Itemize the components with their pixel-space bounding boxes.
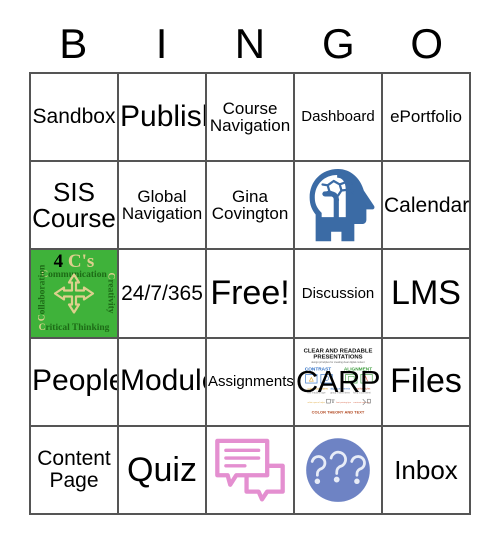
bingo-header-letter-g: G <box>322 20 355 67</box>
bingo-cell-g3[interactable]: Discussion <box>295 250 383 339</box>
bingo-cell-label: ePortfolio <box>390 107 462 127</box>
bingo-cell-label: Assignments <box>208 373 294 391</box>
carp-infographic: CLEAR AND READABLE PRESENTATIONS design … <box>295 338 381 425</box>
bingo-cell-i5[interactable]: Quiz <box>119 426 207 515</box>
bingo-cell-b1[interactable]: Sandbox <box>31 74 119 163</box>
bingo-cell-i4[interactable]: Module <box>119 338 207 427</box>
brain-head-icon <box>295 162 381 248</box>
bingo-cell-i1[interactable]: Publish <box>119 74 207 163</box>
svg-text:font pairing tips: font pairing tips <box>336 401 352 404</box>
bingo-cell-b3[interactable]: 4 C's Communication Creativity Critical … <box>31 250 119 339</box>
four-way-arrow-icon <box>50 272 98 321</box>
bingo-header-letter-b: B <box>59 20 88 67</box>
bingo-cell-label: Files <box>390 362 462 401</box>
bingo-cell-o5[interactable]: Inbox <box>383 426 471 515</box>
svg-text:PRESENTATIONS: PRESENTATIONS <box>313 354 362 360</box>
question-marks-icon <box>295 427 381 513</box>
bingo-cell-label: Calendar <box>384 193 470 217</box>
bingo-cell-i2[interactable]: Global Navigation <box>119 162 207 251</box>
bingo-cell-label: Sandbox <box>32 105 116 129</box>
bingo-cell-n2[interactable]: Gina Covington <box>207 162 295 251</box>
bingo-cell-n3-free[interactable]: Free! <box>207 250 295 339</box>
bingo-cell-g2[interactable] <box>295 162 383 251</box>
four-cs-word: C's <box>67 251 95 273</box>
bingo-cell-o3[interactable]: LMS <box>383 250 471 339</box>
chat-bubbles-icon <box>207 427 293 513</box>
svg-text:design principles for creating: design principles for creating clear dig… <box>311 361 365 364</box>
bingo-cell-g1[interactable]: Dashboard <box>295 74 383 163</box>
bingo-cell-o1[interactable]: ePortfolio <box>383 74 471 163</box>
bingo-cell-n1[interactable]: Course Navigation <box>207 74 295 163</box>
carp-overlay-label: CARP <box>295 364 381 400</box>
svg-text:contrast and size: contrast and size <box>353 401 370 404</box>
bingo-cell-b5[interactable]: Content Page <box>31 426 119 515</box>
bingo-cell-label: Discussion <box>301 284 375 302</box>
bingo-cell-label: LMS <box>391 274 461 313</box>
bingo-cell-label: Quiz <box>127 450 197 489</box>
svg-text:white space helps: white space helps <box>308 401 326 404</box>
bingo-cell-label: SIS Course <box>32 176 116 234</box>
bingo-cell-i3[interactable]: 24/7/365 <box>119 250 207 339</box>
bingo-cell-label: People <box>32 364 119 398</box>
bingo-cell-label: Dashboard <box>301 108 375 126</box>
bingo-cell-n5[interactable] <box>207 426 295 515</box>
bingo-card: B I N G O Sandbox Publish Course Navigat… <box>29 16 471 515</box>
bingo-cell-label: Module <box>120 364 205 398</box>
bingo-cell-b2[interactable]: SIS Course <box>31 162 119 251</box>
bingo-header-letter-n: N <box>234 20 266 67</box>
bingo-cell-label: Content Page <box>37 447 111 492</box>
four-cs-graphic: 4 C's Communication Creativity Critical … <box>31 250 117 337</box>
four-cs-label-critical-thinking: Critical Thinking <box>38 323 110 334</box>
bingo-cell-label: Publish <box>120 99 205 133</box>
bingo-cell-o2[interactable]: Calendar <box>383 162 471 251</box>
bingo-header-letter-o: O <box>410 20 444 67</box>
bingo-cell-label: Inbox <box>394 454 458 485</box>
four-cs-label-creativity: Creativity <box>105 272 116 314</box>
bingo-cell-o4[interactable]: Files <box>383 338 471 427</box>
bingo-cell-label: 24/7/365 <box>121 281 203 305</box>
bingo-cell-n4[interactable]: Assignments <box>207 338 295 427</box>
bingo-cell-label: Free! <box>210 274 290 313</box>
bingo-cell-label: Gina Covington <box>211 186 289 224</box>
four-cs-number: 4 <box>53 251 64 273</box>
bingo-grid: Sandbox Publish Course Navigation Dashbo… <box>29 72 471 515</box>
bingo-cell-g4[interactable]: CLEAR AND READABLE PRESENTATIONS design … <box>295 338 383 427</box>
four-cs-label-collaboration: Collaboration <box>37 265 48 322</box>
svg-text:COLOR THEORY AND TEXT: COLOR THEORY AND TEXT <box>312 409 365 414</box>
bingo-cell-label: Course Navigation <box>209 98 291 136</box>
bingo-header-row: B I N G O <box>29 16 471 72</box>
bingo-cell-b4[interactable]: People <box>31 338 119 427</box>
bingo-cell-label: Global Navigation <box>121 186 203 224</box>
bingo-cell-g5[interactable] <box>295 426 383 515</box>
bingo-header-letter-i: I <box>155 20 168 67</box>
